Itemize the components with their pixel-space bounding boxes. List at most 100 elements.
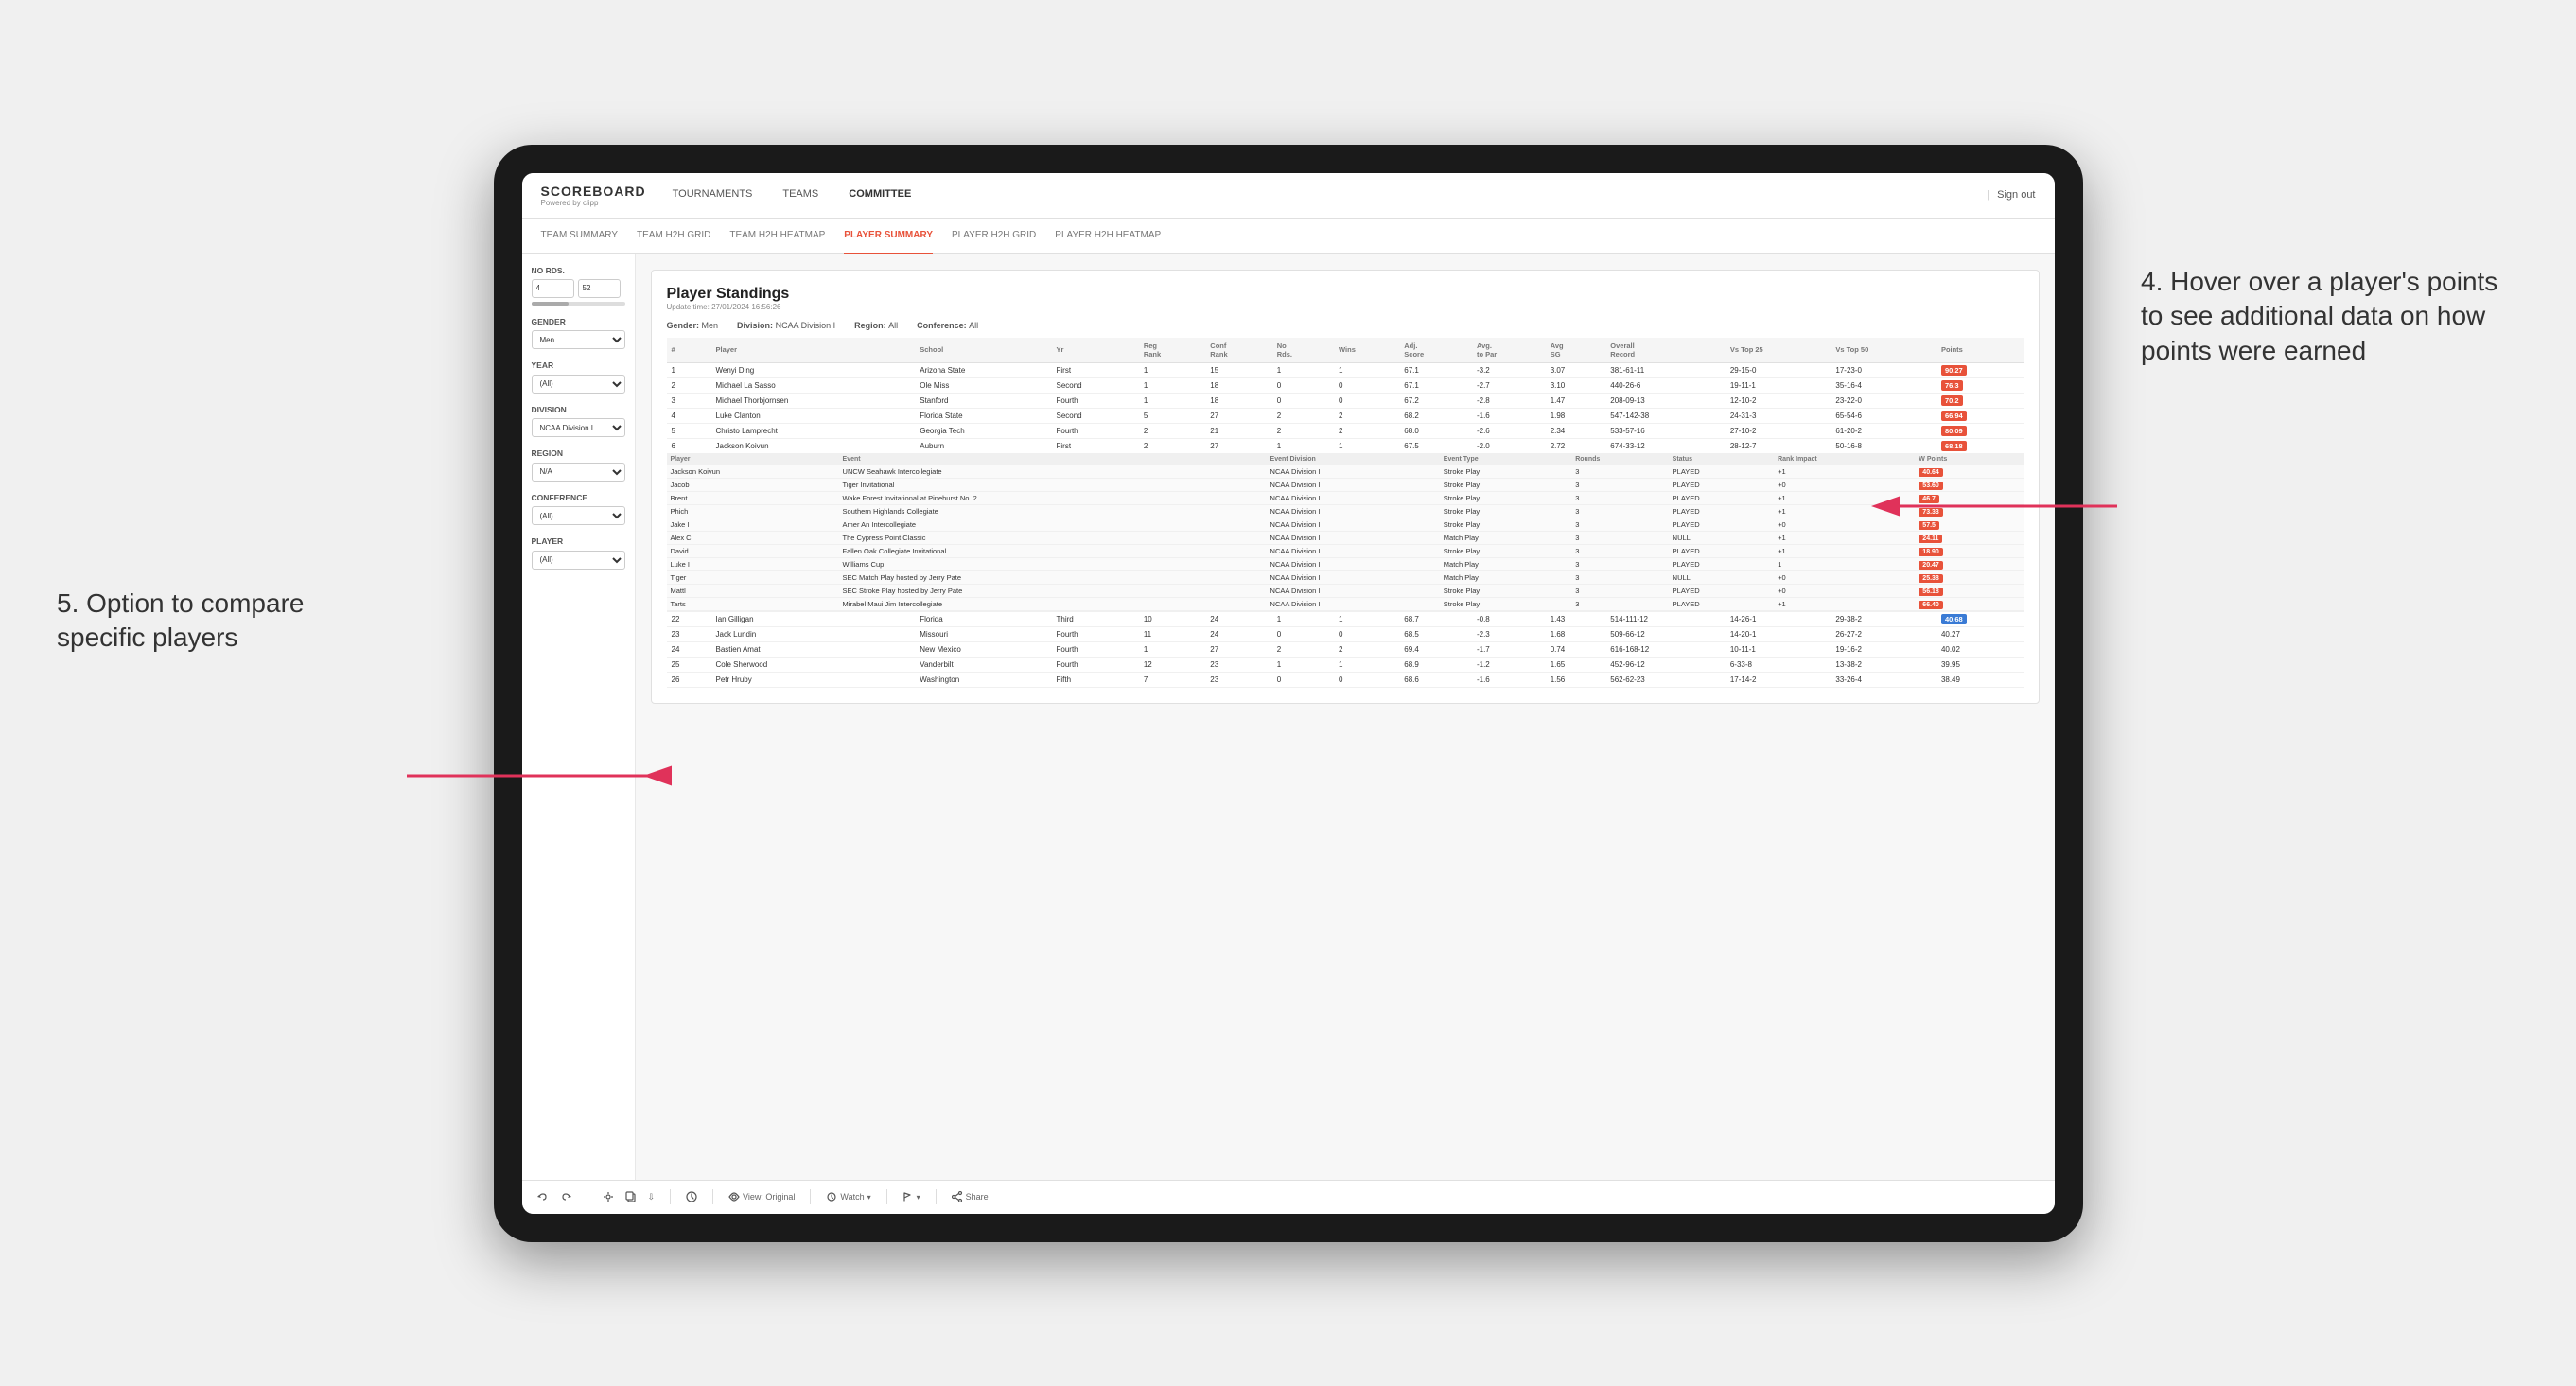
filter-conference-select[interactable]: (All) xyxy=(532,506,625,525)
toolbar-share[interactable]: Share xyxy=(952,1191,989,1202)
nested-col-type: Event Type xyxy=(1440,454,1571,465)
filter-summary-row: Gender: Men Division: NCAA Division I Re… xyxy=(667,321,2024,330)
toolbar-settings[interactable] xyxy=(603,1191,614,1202)
nested-col-div: Event Division xyxy=(1267,454,1440,465)
points-badge-4[interactable]: 66.94 xyxy=(1941,411,1967,421)
subnav-player-summary[interactable]: PLAYER SUMMARY xyxy=(844,219,933,254)
points-badge-6[interactable]: 68.18 xyxy=(1941,441,1967,451)
points-badge-1[interactable]: 90.27 xyxy=(1941,365,1967,376)
update-time: Update time: 27/01/2024 16:56:26 xyxy=(667,303,790,311)
nested-row: Tarts Mirabel Maui Jim Intercollegiate N… xyxy=(667,597,2024,610)
points-badge-5[interactable]: 80.09 xyxy=(1941,426,1967,436)
nested-table: Player Event Event Division Event Type R… xyxy=(667,454,2024,611)
toolbar-flag[interactable]: ▾ xyxy=(902,1191,920,1202)
nested-col-player: Player xyxy=(667,454,839,465)
toolbar-view[interactable]: View: Original xyxy=(728,1191,795,1202)
nav-committee[interactable]: COMMITTEE xyxy=(845,173,915,219)
nested-row: Mattl SEC Stroke Play hosted by Jerry Pa… xyxy=(667,584,2024,597)
view-icon xyxy=(728,1191,740,1202)
points-badge-2[interactable]: 76.3 xyxy=(1941,380,1963,391)
filter-conference: Conference (All) xyxy=(532,493,625,526)
annotation-right: 4. Hover over a player's points to see a… xyxy=(2141,265,2500,368)
update-time-label: Update time: xyxy=(667,303,710,311)
watch-icon xyxy=(826,1191,837,1202)
subnav-team-summary[interactable]: TEAM SUMMARY xyxy=(541,219,619,254)
toolbar-clock[interactable] xyxy=(686,1191,697,1202)
filter-player-select[interactable]: (All) xyxy=(532,551,625,570)
annotation-left-text: 5. Option to compare specific players xyxy=(57,588,304,652)
points-25: 39.95 xyxy=(1941,660,1960,669)
nested-table-body: Jackson Koivun UNCW Seahawk Intercollegi… xyxy=(667,465,2024,610)
share-label: Share xyxy=(966,1192,989,1202)
filter-conference-display: Conference: All xyxy=(917,321,978,330)
nav-tournaments[interactable]: TOURNAMENTS xyxy=(669,173,757,219)
nested-col-event: Event xyxy=(839,454,1267,465)
table-row: 26 Petr Hruby Washington Fifth 7 23 0 0 … xyxy=(667,672,2024,687)
col-player: Player xyxy=(711,338,916,363)
filter-player: Player (All) xyxy=(532,536,625,570)
standings-header: Player Standings Update time: 27/01/2024… xyxy=(667,286,2024,311)
logo-text: SCOREBOARD xyxy=(541,184,646,199)
toolbar-redo[interactable] xyxy=(560,1191,571,1202)
sign-out-link[interactable]: Sign out xyxy=(1997,189,2035,201)
nested-col-wpoints: W Points xyxy=(1915,454,2023,465)
nested-table-header: Player Event Event Division Event Type R… xyxy=(667,454,2024,465)
table-header: # Player School Yr RegRank ConfRank NoRd… xyxy=(667,338,2024,363)
points-badge-22[interactable]: 40.68 xyxy=(1941,614,1967,624)
table-row: 22 Ian Gilligan Florida Third 10 24 1 1 … xyxy=(667,611,2024,626)
filter-no-rds-slider[interactable] xyxy=(532,302,625,306)
filter-region-select[interactable]: N/A All xyxy=(532,463,625,482)
col-avg-sg: AvgSG xyxy=(1546,338,1606,363)
filters-panel: No Rds. Gender Men Women xyxy=(522,254,636,1180)
col-vs-top50: Vs Top 50 xyxy=(1831,338,1936,363)
main-content: No Rds. Gender Men Women xyxy=(522,254,2055,1180)
filter-division-select[interactable]: NCAA Division I xyxy=(532,418,625,437)
flag-chevron-icon: ▾ xyxy=(917,1193,920,1202)
view-label: View: Original xyxy=(743,1192,795,1202)
table-body: 1 Wenyi Ding Arizona State First 1 15 1 … xyxy=(667,362,2024,687)
toolbar-sep-3 xyxy=(712,1189,713,1204)
points-26: 38.49 xyxy=(1941,675,1960,684)
table-row: 25 Cole Sherwood Vanderbilt Fourth 12 23… xyxy=(667,657,2024,672)
nested-row: Jake I Amer An Intercollegiate NCAA Divi… xyxy=(667,518,2024,531)
toolbar-download[interactable]: ⇩ xyxy=(648,1192,656,1202)
standings-table: # Player School Yr RegRank ConfRank NoRd… xyxy=(667,338,2024,688)
filter-no-rds-label: No Rds. xyxy=(532,266,625,275)
flag-icon xyxy=(902,1191,914,1202)
nav-items: TOURNAMENTS TEAMS COMMITTEE xyxy=(669,173,1988,219)
points-badge-3[interactable]: 70.2 xyxy=(1941,395,1963,406)
nav-teams[interactable]: TEAMS xyxy=(779,173,822,219)
annotation-right-text: 4. Hover over a player's points to see a… xyxy=(2141,267,2497,365)
standings-title: Player Standings xyxy=(667,286,790,303)
toolbar-copy[interactable] xyxy=(625,1191,637,1202)
col-yr: Yr xyxy=(1052,338,1139,363)
nested-row: Jackson Koivun UNCW Seahawk Intercollegi… xyxy=(667,465,2024,478)
filter-gender-select[interactable]: Men Women xyxy=(532,330,625,349)
annotation-left: 5. Option to compare specific players xyxy=(57,587,378,656)
filter-no-rds-min[interactable] xyxy=(532,279,574,298)
watch-label: Watch xyxy=(840,1192,864,1202)
nested-row: Luke I Williams Cup NCAA Division I Matc… xyxy=(667,557,2024,570)
toolbar-watch[interactable]: Watch ▾ xyxy=(826,1191,870,1202)
settings-icon xyxy=(603,1191,614,1202)
subnav-player-h2h-grid[interactable]: PLAYER H2H GRID xyxy=(952,219,1036,254)
arrow-left-svg xyxy=(397,747,681,804)
filter-conference-label: Conference xyxy=(532,493,625,502)
subnav-player-h2h-heatmap[interactable]: PLAYER H2H HEATMAP xyxy=(1055,219,1161,254)
nested-col-rank: Rank Impact xyxy=(1774,454,1915,465)
filter-year: Year (All) xyxy=(532,360,625,394)
filter-no-rds-max[interactable] xyxy=(578,279,621,298)
col-points: Points xyxy=(1936,338,2024,363)
subnav-team-h2h-grid[interactable]: TEAM H2H GRID xyxy=(637,219,710,254)
subnav-team-h2h-heatmap[interactable]: TEAM H2H HEATMAP xyxy=(729,219,825,254)
standings-container: Player Standings Update time: 27/01/2024… xyxy=(651,270,2040,704)
filter-year-select[interactable]: (All) xyxy=(532,375,625,394)
bottom-toolbar: ⇩ View: Original xyxy=(522,1180,2055,1214)
table-row: 4 Luke Clanton Florida State Second 5 27… xyxy=(667,408,2024,423)
nested-row: Alex C The Cypress Point Classic NCAA Di… xyxy=(667,531,2024,544)
sub-nav: TEAM SUMMARY TEAM H2H GRID TEAM H2H HEAT… xyxy=(522,219,2055,254)
nested-row: Jacob Tiger Invitational NCAA Division I… xyxy=(667,478,2024,491)
separator-icon: | xyxy=(1987,189,1989,201)
toolbar-undo[interactable] xyxy=(537,1191,549,1202)
table-row: 6 Jackson Koivun Auburn First 2 27 1 1 6… xyxy=(667,438,2024,453)
